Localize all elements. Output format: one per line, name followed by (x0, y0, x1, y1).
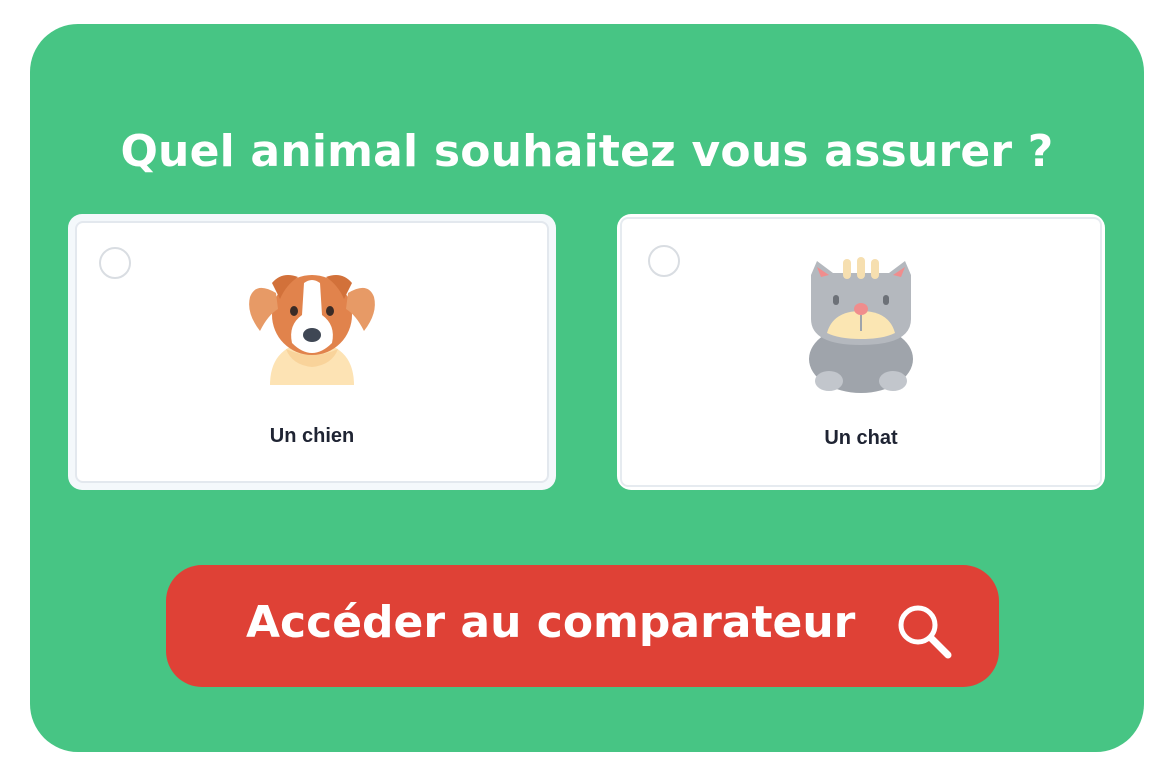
option-card-dog[interactable]: Un chien (68, 214, 556, 490)
radio-cat[interactable] (648, 245, 680, 277)
question-title: Quel animal souhaitez vous assurer ? (120, 126, 1054, 177)
dog-icon (249, 275, 375, 385)
option-label-dog: Un chien (269, 425, 355, 447)
compare-button[interactable]: Accéder au comparateur (166, 565, 999, 687)
option-label-cat: Un chat (824, 427, 898, 449)
option-card-cat[interactable]: Un chat (617, 214, 1105, 490)
cat-icon (809, 257, 913, 393)
option-card-cat-inner[interactable]: Un chat (620, 217, 1102, 487)
option-card-dog-inner[interactable]: Un chien (75, 221, 549, 483)
search-icon (898, 605, 952, 659)
radio-dog[interactable] (99, 247, 131, 279)
animal-selection-panel: Quel animal souhaitez vous assurer ? Un … (30, 24, 1144, 752)
compare-button-label: Accéder au comparateur (246, 597, 856, 648)
